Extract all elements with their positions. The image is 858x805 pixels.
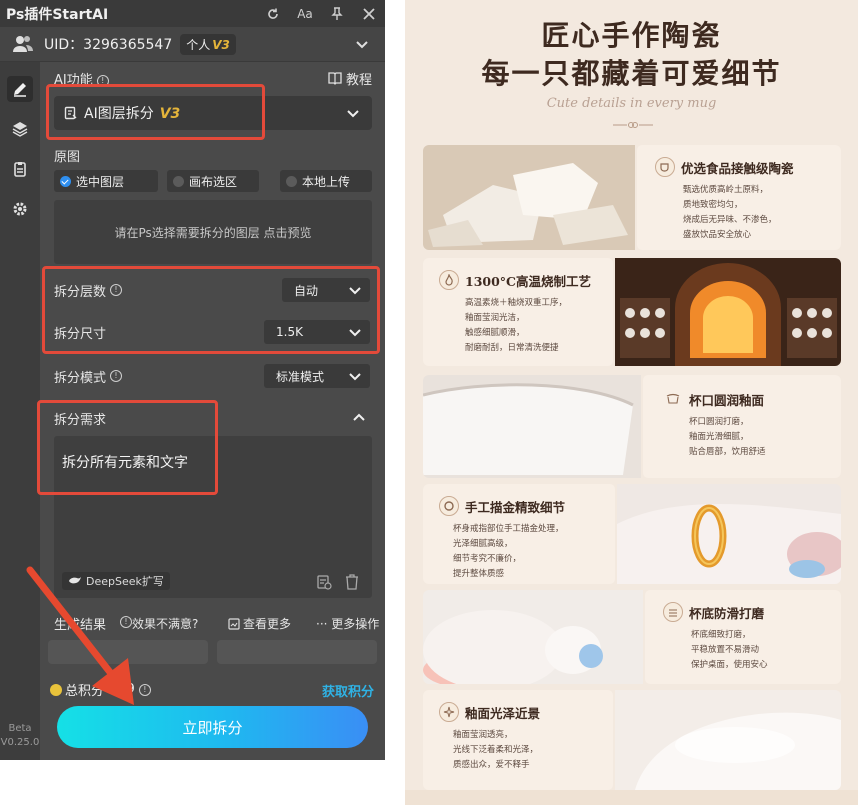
cup-icon bbox=[655, 157, 675, 177]
feature-desc: 高温素烧＋釉烧双重工序， 釉面莹润光洁， 触感细腻顺滑， 耐磨耐刮，日常清洗便捷 bbox=[465, 298, 568, 353]
feature-desc: 杯身戒指部位手工描金处理， 光泽细腻高级， 细节考究不廉价， 提升整体质感 bbox=[453, 524, 564, 579]
feature-card: 釉面光泽近景 釉面莹润透亮， 光线下泛着柔和光泽， 质感出众，爱不释手 bbox=[423, 690, 841, 790]
feature-card: 手工描金精致细节 杯身戒指部位手工描金处理， 光泽细腻高级， 细节考究不廉价， … bbox=[423, 484, 841, 584]
arrow-annotation bbox=[26, 566, 134, 705]
version-label: Beta V0.25.0 bbox=[0, 723, 40, 748]
source-label: 原图 bbox=[54, 150, 81, 165]
cup-rim-icon bbox=[663, 389, 683, 409]
kiln-image bbox=[615, 258, 841, 366]
highlight-box bbox=[46, 84, 265, 140]
flame-icon bbox=[439, 270, 459, 290]
feature-title: 杯底防滑打磨 bbox=[663, 602, 764, 622]
prompt-history-icon[interactable] bbox=[316, 574, 332, 590]
plan-badge: 个人 V3 bbox=[180, 33, 236, 55]
glaze-image bbox=[615, 690, 841, 790]
product-poster: 匠心手作陶瓷 每一只都藏着可爱细节 Cute details in every … bbox=[405, 0, 858, 805]
split-mode-label: 拆分模式 bbox=[54, 370, 107, 386]
highlight-box bbox=[37, 400, 218, 495]
feature-desc: 釉面莹润透亮， 光线下泛着柔和光泽， 质感出众，爱不释手 bbox=[453, 730, 539, 770]
trash-icon[interactable] bbox=[345, 574, 359, 590]
feature-title: 手工描金精致细节 bbox=[439, 496, 565, 516]
feature-text: 优选食品接触级陶瓷 甄选优质高岭土原料， 质地致密均匀， 烧成后无异味、不渗色，… bbox=[637, 145, 841, 250]
feature-card: 杯底防滑打磨 杯底细致打磨， 平稳放置不易滑动 保护桌面，使用安心 bbox=[423, 590, 841, 684]
tutorial-link[interactable]: 教程 bbox=[328, 69, 372, 88]
cup-base-image bbox=[423, 590, 643, 684]
poster-title: 匠心手作陶瓷 bbox=[541, 19, 722, 52]
feature-card: 1300°C高温烧制工艺 高温素烧＋釉烧双重工序， 釉面莹润光洁， 触感细腻顺滑… bbox=[423, 258, 841, 366]
feature-title: 釉面光泽近景 bbox=[439, 702, 540, 722]
feature-title: 1300°C高温烧制工艺 bbox=[439, 270, 591, 290]
feature-desc: 杯底细致打磨， 平稳放置不易滑动 保护桌面，使用安心 bbox=[691, 630, 768, 670]
title-bar: Ps插件StartAI Aa bbox=[0, 0, 385, 27]
radio-local-upload[interactable]: 本地上传 bbox=[280, 170, 372, 192]
sparkle-icon bbox=[439, 702, 459, 722]
get-points-link[interactable]: 获取积分 bbox=[322, 681, 374, 700]
feature-title: 杯口圆润釉面 bbox=[663, 389, 764, 409]
ring-icon bbox=[439, 496, 459, 516]
font-size-icon[interactable]: Aa bbox=[295, 4, 315, 24]
anti-slip-icon bbox=[663, 602, 683, 622]
cup-rim-image bbox=[423, 375, 641, 478]
ornament-icon bbox=[613, 122, 653, 128]
user-id: UID：3296365547 bbox=[44, 37, 173, 53]
feature-text: 杯口圆润釉面 杯口圆润打磨， 釉面光滑细腻， 贴合唇部，饮用舒适 bbox=[643, 375, 841, 478]
pen-icon[interactable] bbox=[7, 76, 33, 102]
pin-icon[interactable] bbox=[327, 4, 347, 24]
gold-ring-image bbox=[617, 484, 841, 584]
split-mode-row: 拆分模式! 标准模式 bbox=[54, 358, 372, 394]
gallery-icon bbox=[228, 617, 240, 630]
feature-desc: 甄选优质高岭土原料， 质地致密均匀， 烧成后无异味、不渗色， 盛放饮品安全放心 bbox=[683, 185, 777, 240]
gear-icon[interactable] bbox=[7, 196, 33, 222]
layers-icon[interactable] bbox=[7, 116, 33, 142]
close-icon[interactable] bbox=[359, 4, 379, 24]
info-icon[interactable]: ! bbox=[110, 370, 123, 382]
feature-text: 釉面光泽近景 釉面莹润透亮， 光线下泛着柔和光泽， 质感出众，爱不释手 bbox=[423, 690, 613, 790]
chevron-up-icon bbox=[353, 413, 365, 421]
result-thumbnail[interactable] bbox=[217, 640, 377, 664]
radio-selected-layer[interactable]: 选中图层 bbox=[54, 170, 158, 192]
split-mode-select[interactable]: 标准模式 bbox=[264, 364, 370, 388]
account-bar[interactable]: UID：3296365547 个人 V3 bbox=[0, 27, 385, 62]
check-icon bbox=[60, 175, 71, 187]
chevron-down-icon[interactable] bbox=[353, 35, 371, 53]
users-icon bbox=[13, 36, 33, 52]
more-actions-link[interactable]: ··· 更多操作 bbox=[316, 615, 379, 632]
poster-script-text: Cute details in every mug bbox=[546, 96, 717, 111]
poster-subtitle: 每一只都藏着可爱细节 bbox=[481, 57, 782, 90]
radio-canvas-selection[interactable]: 画布选区 bbox=[167, 170, 259, 192]
feature-text: 手工描金精致细节 杯身戒指部位手工描金处理， 光泽细腻高级， 细节考究不廉价， … bbox=[423, 484, 615, 584]
feature-title: 优选食品接触级陶瓷 bbox=[655, 157, 794, 177]
clipboard-icon[interactable] bbox=[7, 156, 33, 182]
feature-desc: 杯口圆润打磨， 釉面光滑细腻， 贴合唇部，饮用舒适 bbox=[689, 417, 766, 457]
chevron-down-icon bbox=[349, 373, 361, 381]
layer-preview-area[interactable]: 请在Ps选择需要拆分的图层 点击预览 bbox=[54, 200, 372, 264]
feature-text: 1300°C高温烧制工艺 高温素烧＋釉烧双重工序， 釉面莹润光洁， 触感细腻顺滑… bbox=[423, 258, 613, 366]
app-title: Ps插件StartAI bbox=[6, 6, 109, 23]
chevron-down-icon bbox=[347, 110, 359, 118]
highlight-box bbox=[42, 266, 380, 354]
book-icon bbox=[328, 72, 342, 85]
feature-text: 杯底防滑打磨 杯底细致打磨， 平稳放置不易滑动 保护桌面，使用安心 bbox=[645, 590, 841, 684]
clay-image bbox=[423, 145, 635, 250]
refresh-icon[interactable] bbox=[263, 4, 283, 24]
feature-card: 杯口圆润釉面 杯口圆润打磨， 釉面光滑细腻， 贴合唇部，饮用舒适 bbox=[423, 375, 841, 478]
feature-card: 优选食品接触级陶瓷 甄选优质高岭土原料， 质地致密均匀， 烧成后无异味、不渗色，… bbox=[423, 145, 841, 250]
view-more-link[interactable]: 查看更多 bbox=[228, 615, 291, 632]
